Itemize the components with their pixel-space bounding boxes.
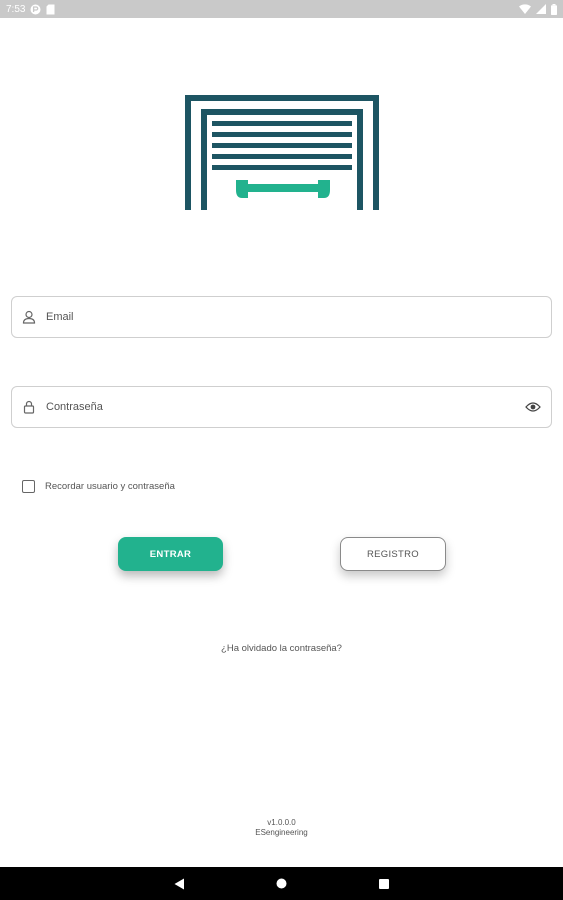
password-field[interactable] bbox=[11, 386, 552, 428]
remember-checkbox-row[interactable]: Recordar usuario y contraseña bbox=[22, 480, 175, 493]
recents-icon[interactable] bbox=[372, 872, 396, 896]
status-right bbox=[519, 3, 557, 15]
battery-icon bbox=[551, 3, 557, 15]
company-text: ESengineering bbox=[255, 828, 308, 837]
signal-icon bbox=[536, 4, 546, 14]
status-bar: 7:53 bbox=[0, 0, 563, 18]
remember-checkbox[interactable] bbox=[22, 480, 35, 493]
wifi-icon bbox=[519, 4, 531, 14]
enter-button[interactable]: ENTRAR bbox=[118, 537, 223, 571]
home-icon[interactable] bbox=[270, 872, 294, 896]
password-input[interactable] bbox=[46, 401, 515, 413]
sd-card-icon bbox=[46, 4, 55, 15]
garage-door-logo bbox=[184, 94, 380, 212]
remember-label: Recordar usuario y contraseña bbox=[45, 481, 175, 492]
email-input[interactable] bbox=[46, 311, 551, 323]
back-icon[interactable] bbox=[168, 872, 192, 896]
forgot-password-link[interactable]: ¿Ha olvidado la contraseña? bbox=[0, 643, 563, 654]
version-text: v1.0.0.0 bbox=[267, 818, 296, 827]
app-notification-icon bbox=[30, 4, 41, 15]
footer: v1.0.0.0 ESengineering bbox=[0, 818, 563, 838]
eye-icon[interactable] bbox=[515, 401, 551, 413]
person-icon bbox=[12, 310, 46, 324]
lock-icon bbox=[12, 400, 46, 414]
register-button[interactable]: REGISTRO bbox=[340, 537, 446, 571]
status-left: 7:53 bbox=[6, 4, 55, 15]
status-time: 7:53 bbox=[6, 3, 26, 15]
email-field[interactable] bbox=[11, 296, 552, 338]
navigation-bar bbox=[0, 867, 563, 900]
